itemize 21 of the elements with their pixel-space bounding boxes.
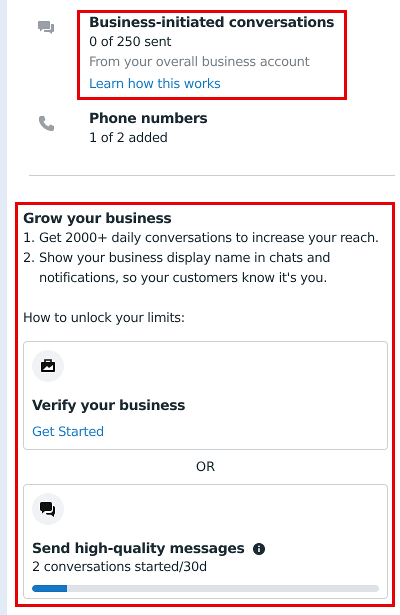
get-started-link[interactable]: Get Started: [32, 423, 104, 443]
list-number: 1.: [23, 230, 36, 248]
section-title: Grow your business: [23, 210, 172, 229]
list-text: Get 2000+ daily conversations to increase your reach.: [39, 230, 379, 248]
card-title: Verify your business: [32, 397, 186, 416]
list-text: Show your business display name in chats and notifications, so your customers know it's you.: [39, 250, 332, 288]
card-title: Send high-quality messages: [32, 540, 244, 559]
briefcase-icon: [40, 358, 56, 374]
chat-bubbles-icon: [40, 501, 56, 517]
phone-icon: [38, 115, 54, 131]
limit-title: Phone numbers: [89, 110, 208, 129]
chat-bubbles-icon: [38, 19, 54, 35]
limit-note: From your overall business account: [89, 54, 310, 72]
progress-text: 2 conversations started/30d: [32, 559, 208, 577]
or-separator: OR: [196, 460, 216, 476]
list-number: 2.: [23, 250, 36, 268]
limit-count: 0 of 250 sent: [89, 34, 172, 52]
limit-title: Business-initiated conversations: [89, 14, 336, 33]
learn-link[interactable]: Learn how this works: [89, 75, 221, 95]
limit-count: 1 of 2 added: [89, 130, 169, 148]
unlock-label: How to unlock your limits:: [23, 310, 186, 328]
